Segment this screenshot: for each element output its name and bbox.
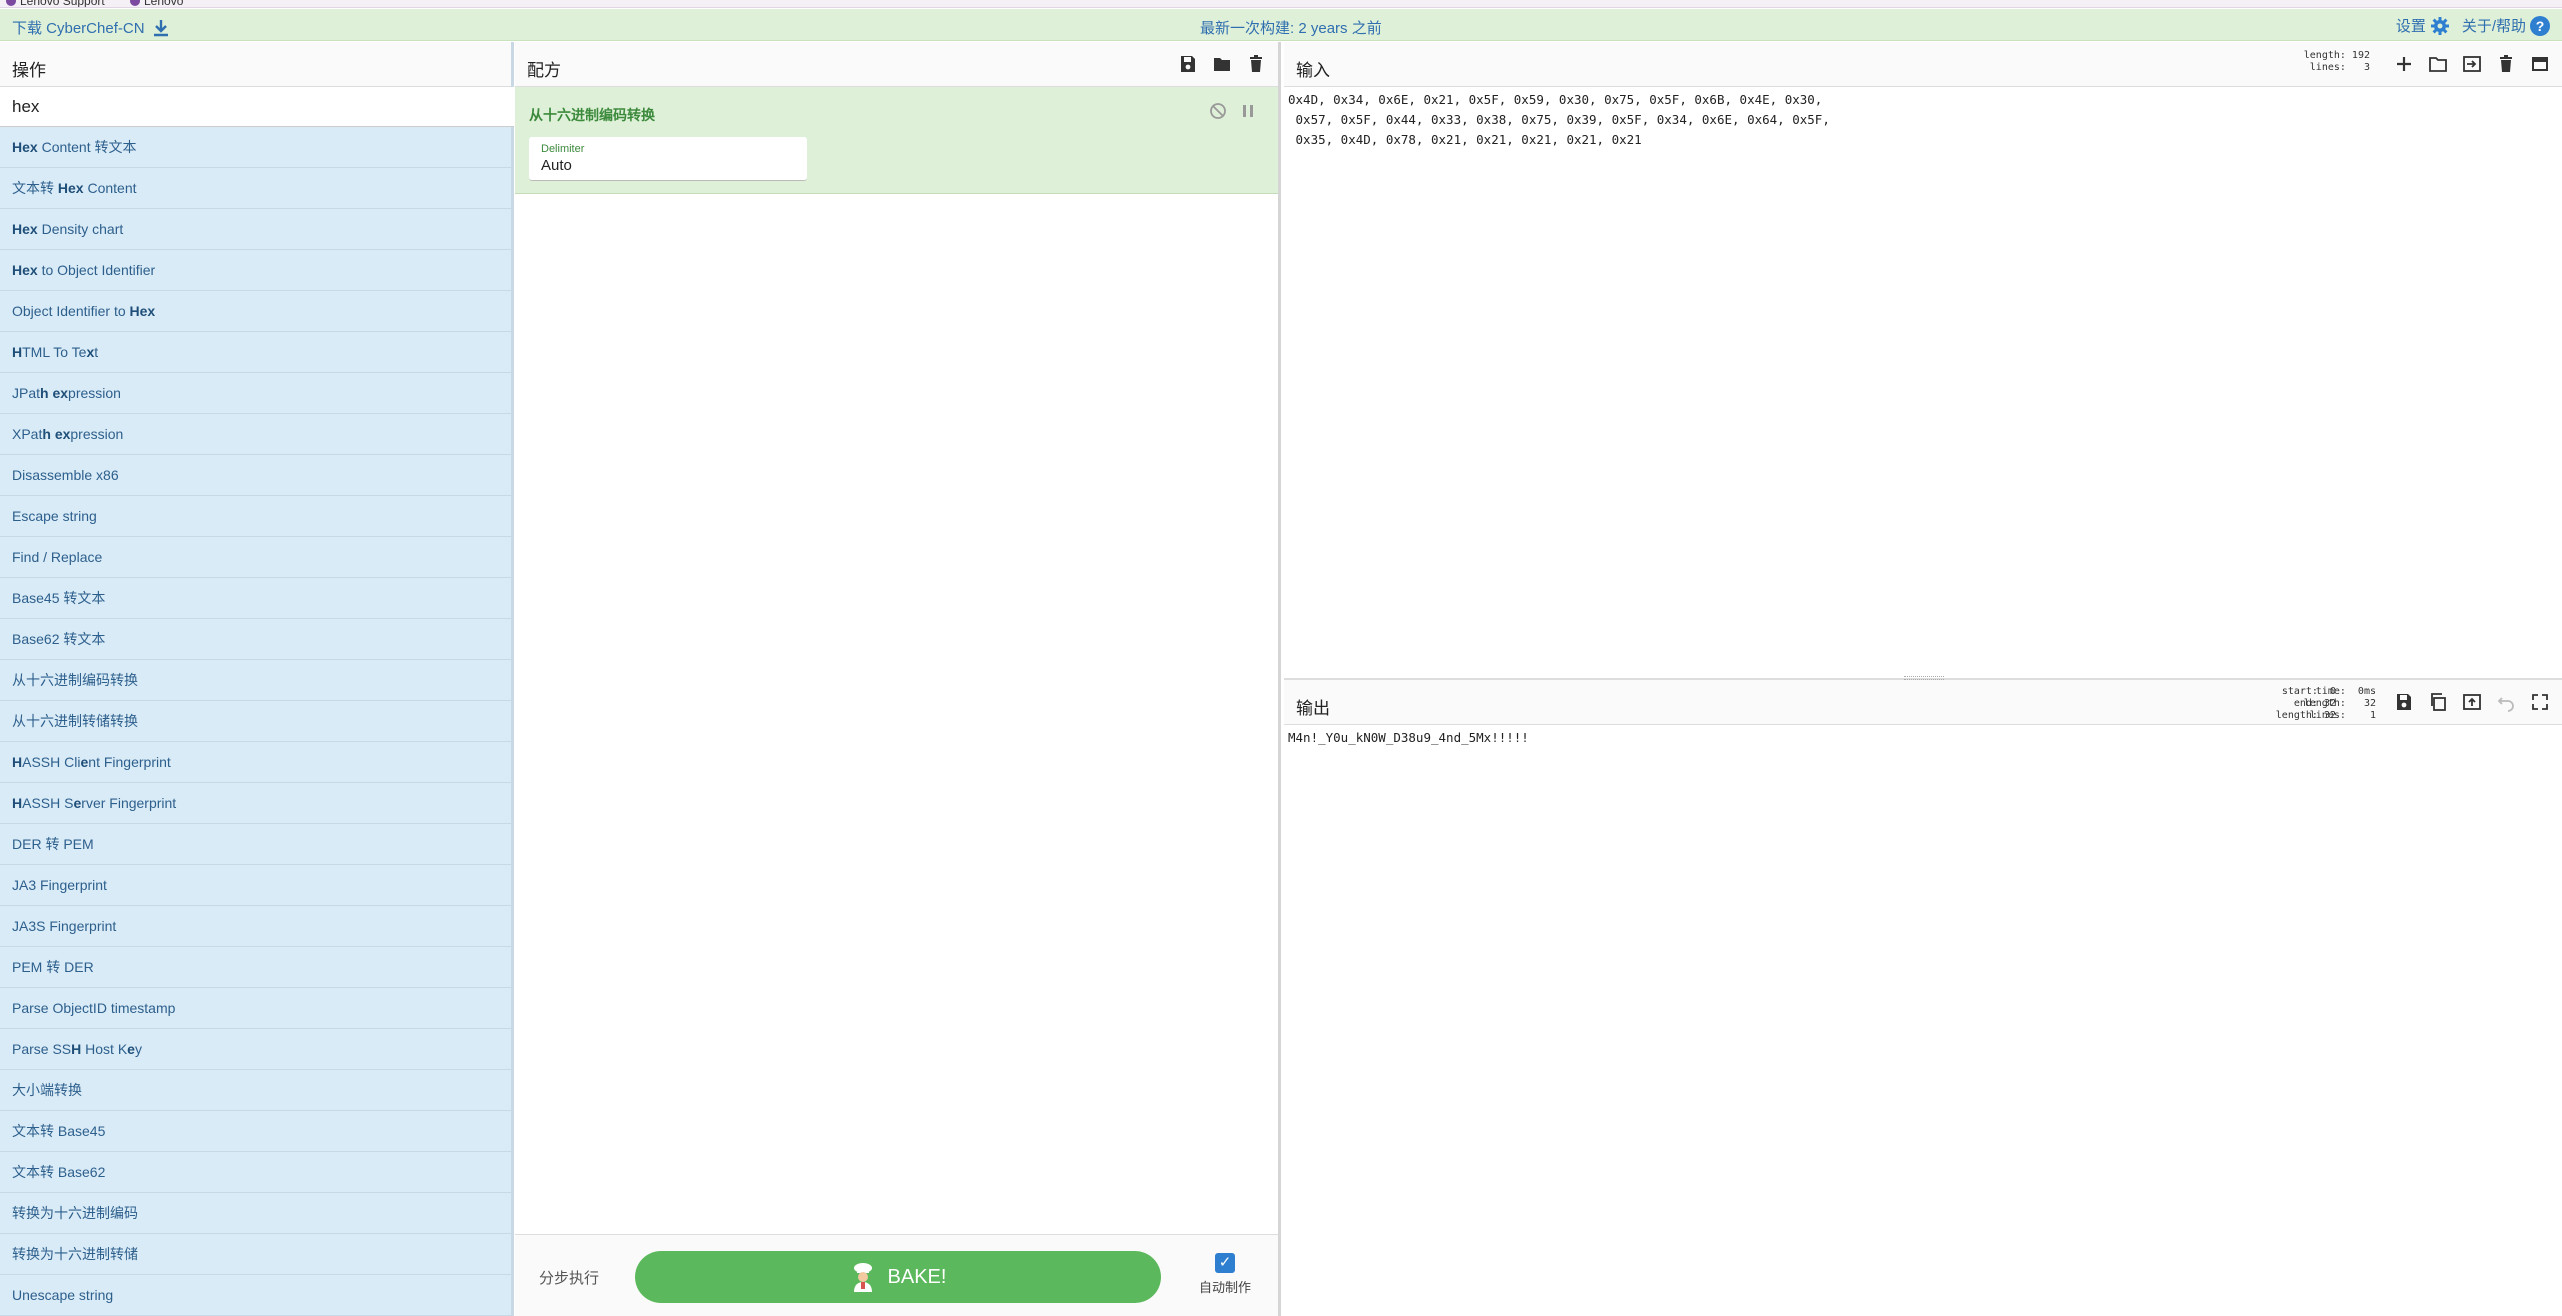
operation-list-item[interactable]: 文本转 Hex Content <box>0 168 511 209</box>
recipe-operation-card[interactable]: 从十六进制编码转换 Delimiter Auto <box>515 87 1278 194</box>
output-stats-time: time: 0ms length: 32 lines: 1 <box>2303 686 2376 721</box>
lenovo-icon <box>6 0 16 6</box>
open-file-icon[interactable] <box>2462 54 2482 74</box>
operation-list-item[interactable]: Object Identifier to Hex <box>0 291 511 332</box>
operation-list-item[interactable]: Parse SSH Host Key <box>0 1029 511 1070</box>
operation-list-item[interactable]: JA3 Fingerprint <box>0 865 511 906</box>
operation-list-item[interactable]: Disassemble x86 <box>0 455 511 496</box>
operation-list-item[interactable]: Hex Content 转文本 <box>0 127 511 168</box>
operations-title: 操作 <box>0 42 511 87</box>
input-title: 输入 <box>1296 61 1330 80</box>
operation-list-item[interactable]: 文本转 Base62 <box>0 1152 511 1193</box>
recipe-header: 配方 <box>515 42 1278 87</box>
operation-list-item[interactable]: 从十六进制编码转换 <box>0 660 511 701</box>
pause-icon[interactable] <box>1238 101 1258 121</box>
delimiter-value: Auto <box>541 157 572 174</box>
about-help-button[interactable]: 关于/帮助 ? <box>2462 15 2550 36</box>
folder-icon[interactable] <box>1212 54 1232 74</box>
input-text[interactable]: 0x4D, 0x34, 0x6E, 0x21, 0x5F, 0x59, 0x30… <box>1288 90 2558 150</box>
undo-icon[interactable] <box>2496 692 2516 712</box>
operation-list-item[interactable]: PEM 转 DER <box>0 947 511 988</box>
help-icon: ? <box>2530 15 2550 36</box>
recipe-panel: 配方 从十六进制编码转换 Delimiter Auto 分步执行 BAKE! ✓… <box>515 42 1281 1316</box>
copy-icon[interactable] <box>2428 692 2448 712</box>
operation-list-item[interactable]: 文本转 Base45 <box>0 1111 511 1152</box>
operation-list-item[interactable]: Hex Density chart <box>0 209 511 250</box>
delimiter-label: Delimiter <box>541 143 585 155</box>
build-info: 最新一次构建: 2 years 之前 <box>1200 20 1382 37</box>
operation-list-item[interactable]: JPath expression <box>0 373 511 414</box>
recipe-title: 配方 <box>527 61 561 80</box>
operation-list-item[interactable]: 转换为十六进制转储 <box>0 1234 511 1275</box>
bake-button[interactable]: BAKE! <box>635 1251 1161 1303</box>
operation-list-item[interactable]: Hex to Object Identifier <box>0 250 511 291</box>
recipe-operation-name: 从十六进制编码转换 <box>529 107 655 123</box>
input-header: 输入 length: 192 lines: 3 <box>1284 42 2562 87</box>
operation-list-item[interactable]: HASSH Client Fingerprint <box>0 742 511 783</box>
operation-list-item[interactable]: 从十六进制转储转换 <box>0 701 511 742</box>
operation-list-item[interactable]: XPath expression <box>0 414 511 455</box>
output-title: 输出 <box>1296 699 1330 718</box>
browser-bookmarks-bar: Lenovo Support Lenovo <box>0 0 2562 8</box>
save-icon[interactable] <box>1178 54 1198 74</box>
save-icon[interactable] <box>2394 692 2414 712</box>
auto-bake-toggle[interactable]: ✓ 自动制作 <box>1195 1253 1255 1296</box>
input-pane: 输入 length: 192 lines: 3 0x4D, 0x34, 0x6E… <box>1284 42 2562 675</box>
checkbox-checked-icon: ✓ <box>1215 1253 1235 1273</box>
top-banner: 下载 CyberChef-CN 最新一次构建: 2 years 之前 设置 关于… <box>0 9 2562 41</box>
replace-input-icon[interactable] <box>2462 692 2482 712</box>
operation-list-item[interactable]: HTML To Text <box>0 332 511 373</box>
output-header: 输出 start: 0 end: 32 length: 32 time: 0ms… <box>1284 680 2562 725</box>
operation-list-item[interactable]: 大小端转换 <box>0 1070 511 1111</box>
operation-list-item[interactable]: Base45 转文本 <box>0 578 511 619</box>
operations-search <box>0 87 514 127</box>
gear-icon <box>2430 16 2449 35</box>
operation-list-item[interactable]: Find / Replace <box>0 537 511 578</box>
lenovo-icon <box>130 0 140 6</box>
download-icon <box>153 19 168 36</box>
operations-search-input[interactable] <box>0 87 514 126</box>
delimiter-select[interactable]: Delimiter Auto <box>529 137 807 181</box>
output-pane: 输出 start: 0 end: 32 length: 32 time: 0ms… <box>1284 676 2562 1316</box>
operation-list-item[interactable]: Unescape string <box>0 1275 511 1316</box>
operations-panel: 操作 Hex Content 转文本文本转 Hex ContentHex Den… <box>0 42 514 1316</box>
bookmark-lenovo-support[interactable]: Lenovo Support <box>6 0 105 7</box>
bake-bar: 分步执行 BAKE! ✓ 自动制作 <box>515 1234 1278 1316</box>
operations-list: Hex Content 转文本 文本转 Hex Content Hex Densit… <box>0 127 511 1316</box>
io-panel: 输入 length: 192 lines: 3 0x4D, 0x34, 0x6E… <box>1284 42 2562 1316</box>
operation-list-item[interactable]: HASSH Server Fingerprint <box>0 783 511 824</box>
trash-icon[interactable] <box>2496 54 2516 74</box>
output-text[interactable]: M4n!_Y0u_kN0W_D38u9_4nd_5Mx!!!!! <box>1288 728 2558 748</box>
layout-icon[interactable] <box>2530 54 2550 74</box>
add-tab-icon[interactable] <box>2394 54 2414 74</box>
operation-list-item[interactable]: Base62 转文本 <box>0 619 511 660</box>
trash-icon[interactable] <box>1246 54 1266 74</box>
step-button[interactable]: 分步执行 <box>539 1267 599 1288</box>
chef-icon <box>853 1263 872 1292</box>
input-stats: length: 192 lines: 3 <box>2303 50 2370 73</box>
operation-list-item[interactable]: Escape string <box>0 496 511 537</box>
download-link[interactable]: 下载 CyberChef-CN <box>12 17 171 38</box>
operation-list-item[interactable]: DER 转 PEM <box>0 824 511 865</box>
bookmark-lenovo[interactable]: Lenovo <box>130 0 183 7</box>
operation-list-item[interactable]: Parse ObjectID timestamp <box>0 988 511 1029</box>
open-folder-icon[interactable] <box>2428 54 2448 74</box>
operation-list-item[interactable]: 转换为十六进制编码 <box>0 1193 511 1234</box>
settings-button[interactable]: 设置 <box>2396 15 2450 36</box>
fullscreen-icon[interactable] <box>2530 692 2550 712</box>
operation-list-item[interactable]: JA3S Fingerprint <box>0 906 511 947</box>
disable-icon[interactable] <box>1208 101 1228 121</box>
